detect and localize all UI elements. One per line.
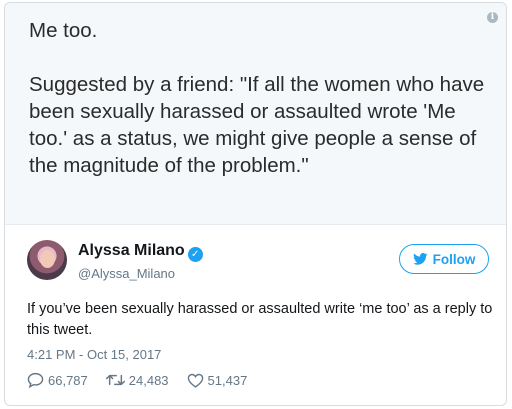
like-count: 51,437	[207, 372, 248, 388]
reply-count: 66,787	[48, 372, 88, 388]
retweet-icon	[105, 374, 125, 386]
action-bar: 66,787 24,483 51,437	[27, 372, 247, 388]
tweet-text: If you’ve been sexually harassed or assa…	[27, 301, 493, 338]
verified-badge-icon: ✓	[187, 247, 203, 262]
retweet-button[interactable]: 24,483	[105, 372, 169, 388]
twitter-bird-icon	[412, 253, 428, 265]
author-block: Alyssa Milano ✓ @Alyssa_Milano	[78, 242, 203, 281]
user-handle[interactable]: @Alyssa_Milano	[78, 266, 203, 281]
display-name[interactable]: Alyssa Milano	[78, 242, 185, 259]
timestamp[interactable]: 4:21 PM - Oct 15, 2017	[27, 347, 161, 362]
reply-button[interactable]: 66,787	[27, 372, 88, 388]
tweet-embed-card: i Me too. Suggested by a friend: "If all…	[4, 2, 507, 406]
avatar-face	[40, 250, 55, 268]
like-icon	[187, 373, 203, 388]
tweet-body: Alyssa Milano ✓ @Alyssa_Milano Follow If …	[5, 225, 506, 405]
tweet-image[interactable]: i Me too. Suggested by a friend: "If all…	[5, 3, 506, 225]
retweet-count: 24,483	[128, 372, 169, 388]
follow-button[interactable]: Follow	[399, 244, 489, 274]
reply-icon	[27, 372, 44, 388]
follow-label: Follow	[432, 251, 476, 267]
like-button[interactable]: 51,437	[187, 372, 248, 388]
image-text: Me too. Suggested by a friend: "If all t…	[29, 19, 485, 177]
avatar[interactable]	[27, 240, 67, 280]
